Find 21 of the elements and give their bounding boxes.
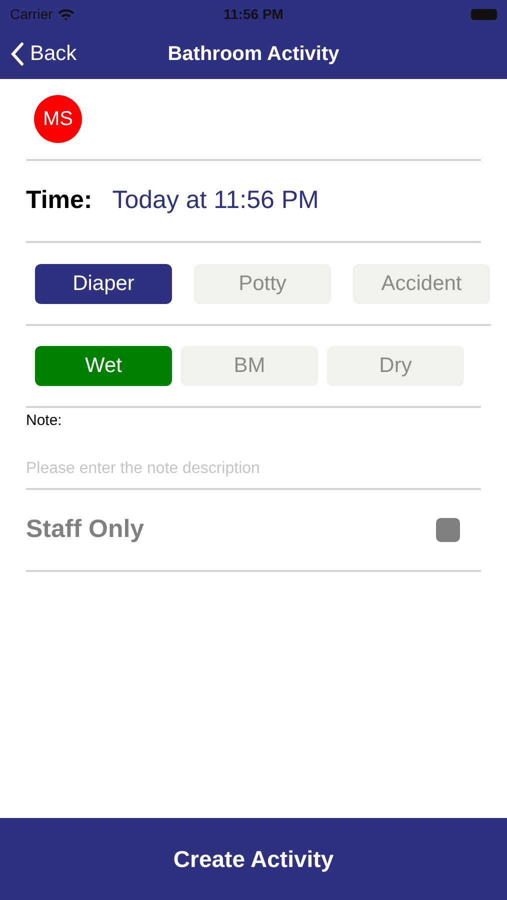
screen-title: Bathroom Activity	[168, 42, 340, 66]
staff-only-label: Staff Only	[26, 514, 144, 546]
option-button[interactable]: Accident	[353, 264, 490, 304]
option-button[interactable]: Diaper	[35, 264, 172, 304]
checkbox[interactable]	[436, 518, 460, 542]
wifi-icon	[56, 8, 75, 20]
option-button[interactable]: Potty	[194, 264, 331, 304]
option-button[interactable]: Wet	[35, 346, 172, 386]
option-button[interactable]: BM	[181, 346, 318, 386]
note-label: Note:	[26, 411, 63, 431]
option-button[interactable]: Dry	[327, 346, 464, 386]
avatar-initials: MS	[34, 95, 82, 143]
chevron-left-icon	[10, 42, 24, 66]
back-button[interactable]: Back	[10, 38, 77, 70]
note-input[interactable]: Please enter the note description	[26, 456, 481, 480]
time-label: Time:	[26, 185, 92, 216]
clock-label: 11:56 PM	[224, 4, 284, 24]
create-activity-button[interactable]: Create Activity	[0, 818, 507, 900]
carrier-label: Carrier	[10, 4, 53, 24]
time-value[interactable]: Today at 11:56 PM	[112, 182, 319, 220]
battery-icon	[471, 8, 497, 20]
